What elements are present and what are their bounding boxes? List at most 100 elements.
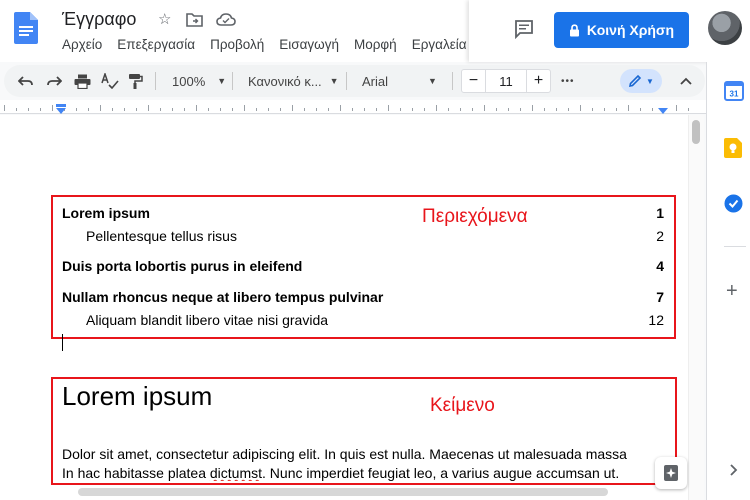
ruler-tick: [532, 105, 533, 111]
ruler-tick: [508, 108, 509, 111]
menu-tools[interactable]: Εργαλεία: [412, 37, 467, 52]
chevron-down-icon: ▼: [646, 76, 654, 86]
share-label: Κοινή Χρήση: [586, 22, 675, 38]
editing-mode-button[interactable]: ▼: [620, 69, 662, 93]
document-title[interactable]: Έγγραφο: [62, 9, 136, 30]
toc-entry-text: Aliquam blandit libero vitae nisi gravid…: [86, 312, 329, 328]
redo-icon[interactable]: [46, 65, 62, 97]
ruler-tick: [292, 105, 293, 111]
ruler-tick: [268, 108, 269, 111]
ruler-tick: [628, 105, 629, 111]
toc-page-number: 4: [656, 258, 664, 274]
ruler-tick: [256, 108, 257, 111]
scrollbar-thumb[interactable]: [692, 120, 700, 144]
ruler-tick: [676, 105, 677, 111]
toc-entry[interactable]: Pellentesque tellus risus 2: [86, 228, 664, 244]
toc-entry-text: Lorem ipsum: [62, 205, 150, 221]
ruler-tick: [340, 105, 341, 111]
body-heading[interactable]: Lorem ipsum: [62, 381, 212, 412]
body-paragraph-line[interactable]: In hac habitasse platea dictumst. Nunc i…: [62, 465, 656, 481]
ruler-tick: [244, 105, 245, 111]
ruler-tick: [472, 108, 473, 111]
explore-button[interactable]: [655, 457, 687, 489]
explore-icon: [664, 465, 678, 481]
body-paragraph-line[interactable]: Dolor sit amet, consectetur adipiscing e…: [62, 446, 656, 462]
toc-entry-text: Duis porta lobortis purus in eleifend: [62, 258, 303, 274]
calendar-icon[interactable]: 31: [724, 81, 744, 101]
undo-icon[interactable]: [18, 65, 34, 97]
ruler-tick: [304, 108, 305, 111]
zoom-select[interactable]: 100% ▼: [172, 65, 226, 97]
ruler-tick: [484, 105, 485, 111]
menu-format[interactable]: Μορφή: [354, 37, 397, 52]
font-select[interactable]: Arial ▼: [362, 65, 437, 97]
more-options-icon[interactable]: •••: [561, 65, 575, 97]
text-cursor: [62, 334, 63, 351]
ruler[interactable]: [0, 100, 706, 114]
ruler-tick: [412, 108, 413, 111]
ruler-tick: [28, 108, 29, 111]
ruler-tick: [40, 108, 41, 111]
tasks-icon[interactable]: [724, 194, 743, 213]
ruler-tick: [448, 108, 449, 111]
horizontal-scrollbar-thumb[interactable]: [78, 488, 608, 496]
star-icon[interactable]: ☆: [158, 10, 171, 28]
toc-entry[interactable]: Nullam rhoncus neque at libero tempus pu…: [62, 289, 664, 305]
move-folder-icon[interactable]: [186, 12, 203, 27]
ruler-tick: [496, 108, 497, 111]
add-addon-icon[interactable]: +: [726, 280, 738, 303]
menu-file[interactable]: Αρχείο: [62, 37, 102, 52]
ruler-tick: [568, 108, 569, 111]
keep-icon[interactable]: [724, 138, 742, 158]
ruler-tick: [544, 108, 545, 111]
ruler-tick: [172, 108, 173, 111]
toc-entry[interactable]: Duis porta lobortis purus in eleifend 4: [62, 258, 664, 274]
toc-page-number: 2: [656, 228, 664, 244]
ruler-tick: [604, 108, 605, 111]
ruler-tick: [148, 105, 149, 111]
share-button[interactable]: Κοινή Χρήση: [554, 12, 689, 48]
right-indent-marker[interactable]: [657, 104, 669, 114]
menu-view[interactable]: Προβολή: [210, 37, 264, 52]
google-docs-icon[interactable]: [14, 12, 38, 44]
increase-font-size-button[interactable]: +: [526, 70, 550, 92]
spellcheck-icon[interactable]: [101, 65, 119, 97]
ruler-tick: [616, 108, 617, 111]
toolbar-divider: [232, 72, 233, 90]
ruler-tick: [100, 105, 101, 111]
avatar[interactable]: [708, 11, 742, 45]
ruler-tick: [136, 108, 137, 111]
toc-page-number: 12: [648, 312, 664, 328]
misspelled-word[interactable]: dictumst: [210, 465, 262, 481]
menu-edit[interactable]: Επεξεργασία: [117, 37, 195, 52]
cloud-status-icon[interactable]: [216, 12, 236, 27]
decrease-font-size-button[interactable]: −: [462, 70, 486, 92]
svg-text:31: 31: [730, 90, 739, 99]
comment-history-icon[interactable]: [514, 19, 534, 39]
ruler-tick: [640, 108, 641, 111]
side-divider: [724, 246, 746, 247]
vertical-scrollbar[interactable]: [688, 115, 704, 500]
toc-page-number: 7: [656, 289, 664, 305]
ruler-tick: [184, 108, 185, 111]
ruler-tick: [280, 108, 281, 111]
ruler-tick: [52, 105, 53, 111]
ruler-tick: [580, 105, 581, 111]
left-indent-marker[interactable]: [55, 104, 67, 114]
toc-entry[interactable]: Aliquam blandit libero vitae nisi gravid…: [86, 312, 664, 328]
ruler-tick: [160, 108, 161, 111]
paint-format-icon[interactable]: [128, 65, 143, 97]
print-icon[interactable]: [74, 65, 91, 97]
collapse-menus-icon[interactable]: [680, 65, 692, 97]
ruler-tick: [220, 108, 221, 111]
ruler-tick: [436, 105, 437, 111]
ruler-tick: [364, 108, 365, 111]
font-size-control: − 11 +: [461, 69, 551, 93]
font-size-input[interactable]: 11: [486, 70, 526, 92]
toc-entry[interactable]: Lorem ipsum 1: [62, 205, 664, 221]
menu-insert[interactable]: Εισαγωγή: [279, 37, 339, 52]
paragraph-style-select[interactable]: Κανονικό κ... ▼: [248, 65, 339, 97]
expand-side-panel-icon[interactable]: [730, 464, 738, 476]
ruler-tick: [328, 108, 329, 111]
ruler-tick: [652, 108, 653, 111]
